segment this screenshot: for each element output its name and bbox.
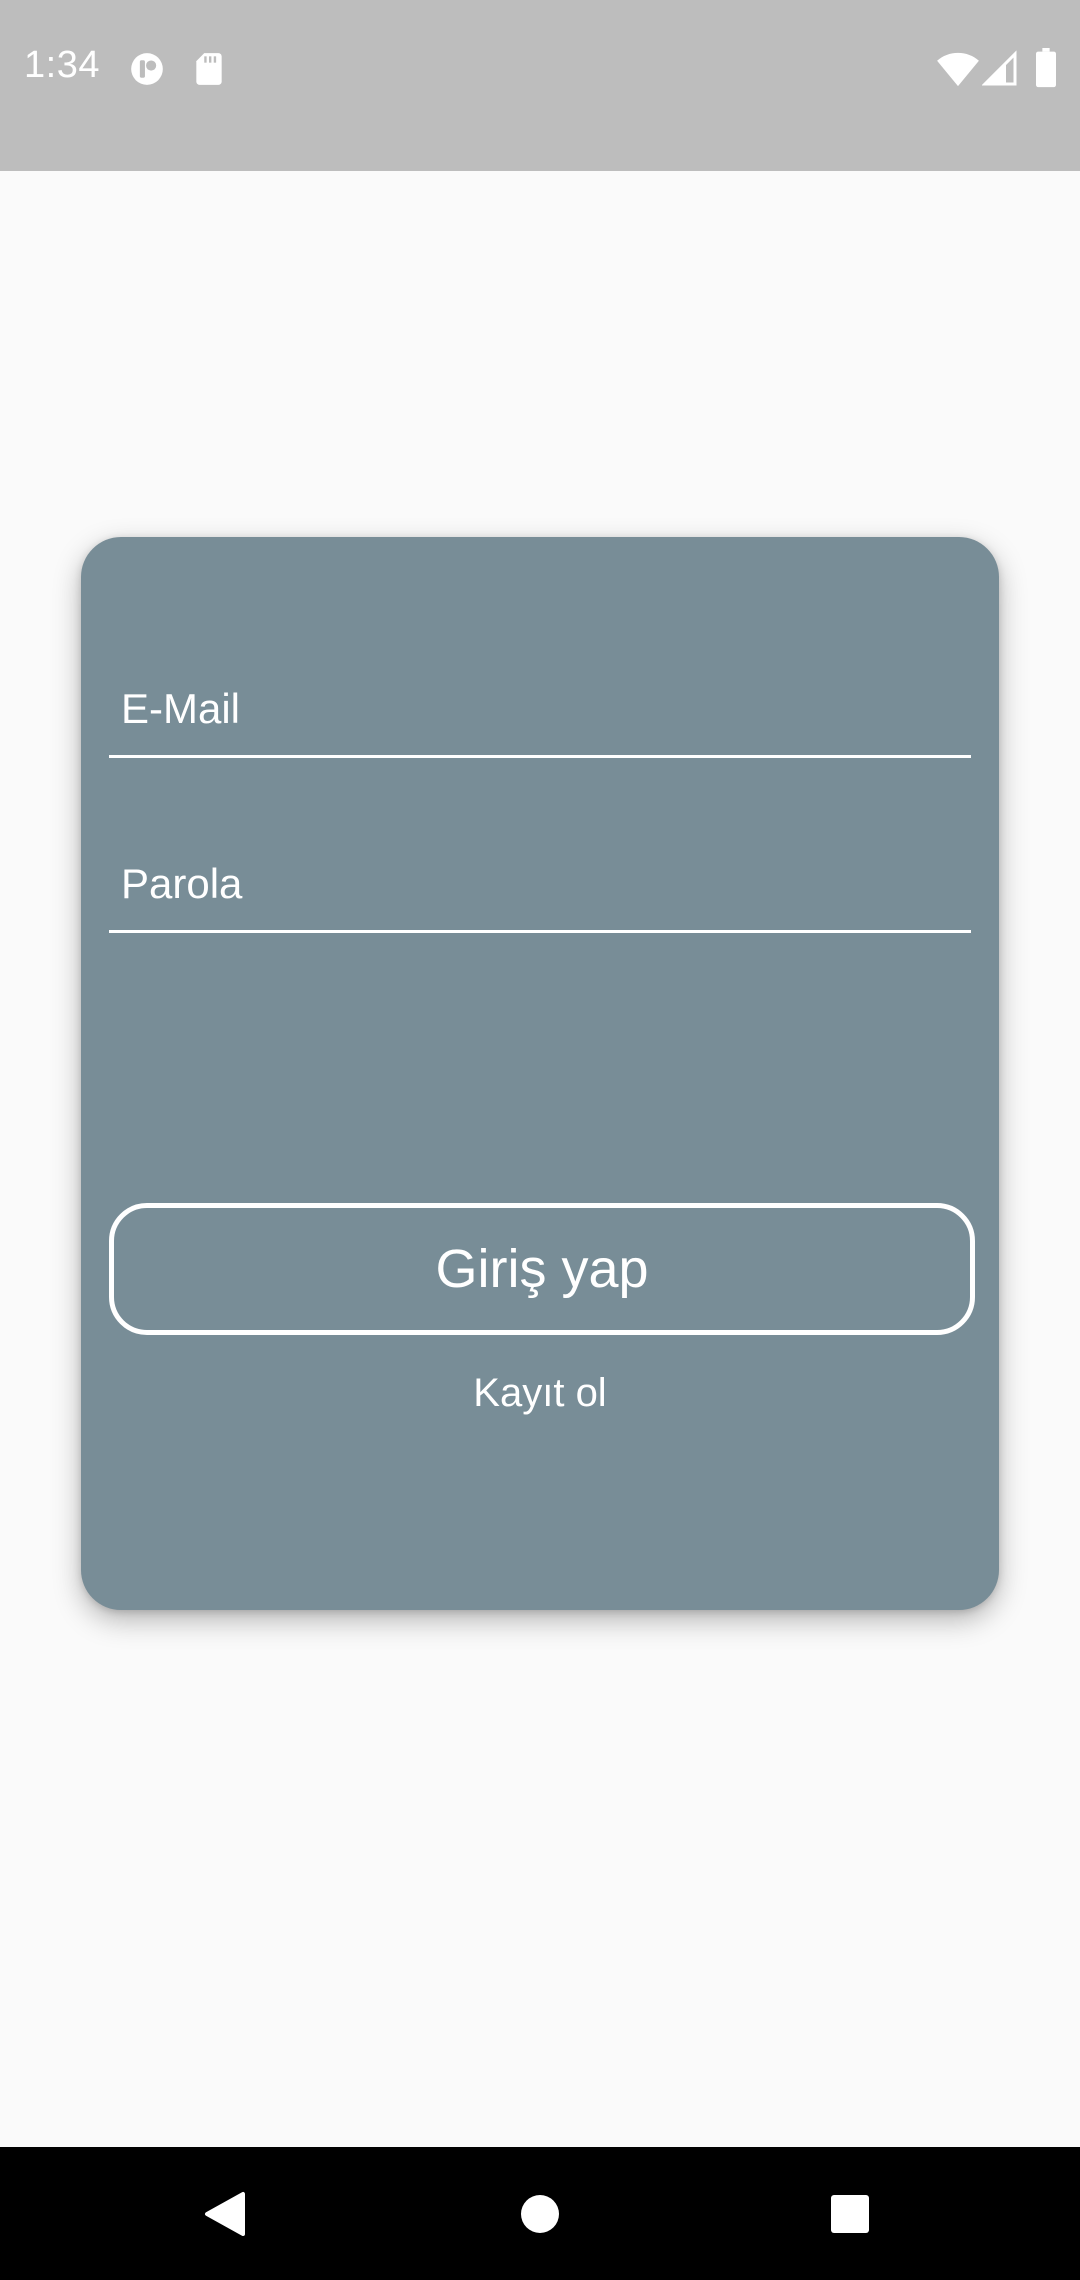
wifi-icon: [936, 48, 980, 88]
login-screen: 1:34 E-Mail Giriş yap Kayıt ol: [0, 0, 1080, 2280]
password-field[interactable]: [109, 830, 971, 933]
register-link[interactable]: Kayıt ol: [81, 1371, 999, 1416]
password-input[interactable]: [121, 860, 951, 908]
sd-card-icon: [190, 50, 228, 88]
battery-icon: [1034, 48, 1058, 88]
login-button-label: Giriş yap: [435, 1239, 649, 1299]
notification-app-icon: [128, 50, 166, 88]
home-icon[interactable]: [505, 2179, 575, 2249]
navigation-bar: [0, 2147, 1080, 2280]
back-icon[interactable]: [190, 2179, 260, 2249]
login-button[interactable]: Giriş yap: [109, 1203, 975, 1335]
email-input[interactable]: [121, 685, 951, 733]
login-card: Giriş yap Kayıt ol: [81, 537, 999, 1610]
recents-icon[interactable]: [815, 2179, 885, 2249]
status-bar: 1:34: [0, 0, 1080, 171]
cellular-signal-icon: [982, 50, 1018, 88]
status-time: 1:34: [24, 44, 100, 86]
email-field[interactable]: [109, 655, 971, 758]
